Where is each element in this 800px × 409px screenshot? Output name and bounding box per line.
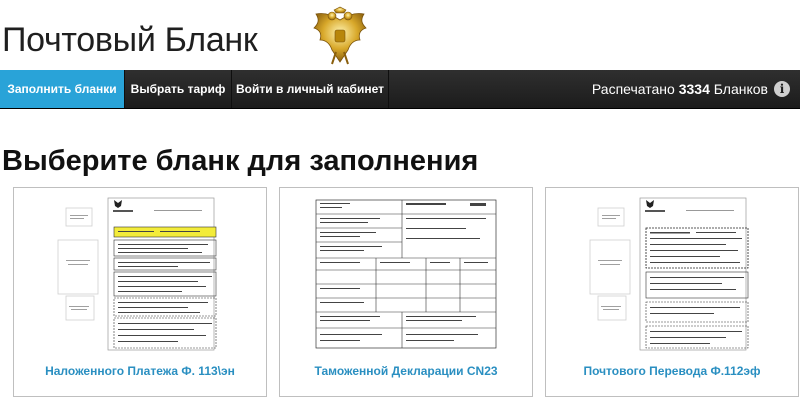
site-header: Почтовый Бланк <box>0 0 800 70</box>
form-card-cod[interactable]: Наложенного Платежа Ф. 113\эн <box>13 187 267 397</box>
form-card-label[interactable]: Таможенной Декларации CN23 <box>280 364 532 378</box>
form-card-label[interactable]: Наложенного Платежа Ф. 113\эн <box>14 364 266 378</box>
form-thumbnail <box>589 197 749 351</box>
form-thumbnail <box>57 197 217 351</box>
form-thumbnail <box>315 199 497 349</box>
counter-prefix: Распечатано <box>591 81 675 97</box>
site-title[interactable]: Почтовый Бланк <box>2 20 258 60</box>
counter-suffix: Бланков <box>713 81 768 97</box>
info-icon[interactable]: i <box>774 81 790 97</box>
form-card-cn23[interactable]: Таможенной Декларации CN23 <box>279 187 533 397</box>
nav-login-cabinet[interactable]: Войти в личный кабинет <box>232 70 388 108</box>
counter-value: 3334 <box>678 81 710 97</box>
nav-divider <box>388 70 389 108</box>
nav-choose-tariff[interactable]: Выбрать тариф <box>125 70 231 108</box>
form-card-money-order[interactable]: Почтового Перевода Ф.112эф <box>545 187 799 397</box>
top-navbar: Заполнить бланки Выбрать тариф Войти в л… <box>0 70 800 109</box>
page-heading: Выберите бланк для заполнения <box>2 145 479 177</box>
double-headed-eagle-icon <box>313 6 367 65</box>
form-card-label[interactable]: Почтового Перевода Ф.112эф <box>546 364 798 378</box>
nav-fill-forms[interactable]: Заполнить бланки <box>0 70 124 108</box>
printed-counter: Распечатано 3334 Бланков <box>592 70 768 108</box>
